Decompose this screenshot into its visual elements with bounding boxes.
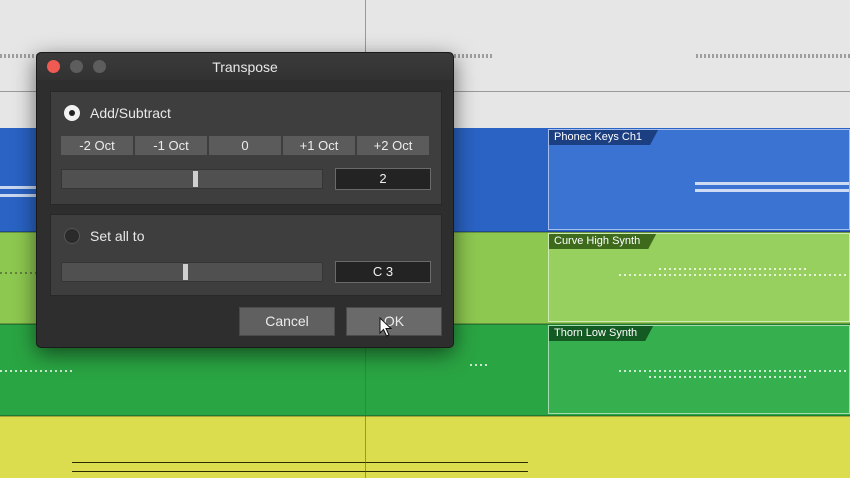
dialog-title: Transpose (212, 59, 278, 75)
octave-button-row: -2 Oct -1 Oct 0 +1 Oct +2 Oct (61, 136, 431, 155)
midi-notes (0, 370, 72, 372)
add-subtract-label: Add/Subtract (90, 105, 171, 121)
note-dots (0, 54, 38, 58)
radio-button-checked[interactable] (64, 105, 80, 121)
zero-oct-button[interactable]: 0 (209, 136, 281, 155)
midi-notes (0, 272, 36, 274)
lane-separator (0, 415, 850, 417)
set-all-to-panel: Set all to C 3 (50, 214, 442, 296)
cancel-button[interactable]: Cancel (239, 307, 335, 336)
set-all-to-label: Set all to (90, 228, 145, 244)
dialog-titlebar[interactable]: Transpose (37, 53, 453, 80)
midi-notes (695, 189, 849, 192)
radio-button-unchecked[interactable] (64, 228, 80, 244)
set-all-to-option[interactable]: Set all to (64, 228, 144, 244)
note-dots (454, 54, 494, 58)
region-name: Phonec Keys Ch1 (549, 130, 658, 145)
track-lane-4[interactable] (0, 416, 850, 478)
midi-notes (649, 376, 809, 378)
slider-thumb[interactable] (183, 264, 188, 280)
region-name: Curve High Synth (549, 234, 656, 249)
midi-region[interactable]: Curve High Synth (548, 233, 850, 322)
midi-notes (72, 471, 528, 472)
add-subtract-panel: Add/Subtract -2 Oct -1 Oct 0 +1 Oct +2 O… (50, 91, 442, 205)
midi-notes (0, 186, 36, 189)
midi-notes (695, 182, 849, 185)
minus-2-oct-button[interactable]: -2 Oct (61, 136, 133, 155)
minus-1-oct-button[interactable]: -1 Oct (135, 136, 207, 155)
mouse-pointer-icon (379, 317, 393, 337)
slider-thumb[interactable] (193, 171, 198, 187)
midi-notes (0, 194, 36, 197)
midi-region[interactable]: Thorn Low Synth (548, 325, 850, 414)
ok-button[interactable]: OK (346, 307, 442, 336)
add-subtract-option[interactable]: Add/Subtract (64, 105, 171, 121)
set-all-to-slider[interactable] (61, 262, 323, 282)
midi-notes (470, 364, 490, 366)
transpose-amount-slider[interactable] (61, 169, 323, 189)
region-name: Thorn Low Synth (549, 326, 653, 341)
note-dots (696, 54, 850, 58)
plus-1-oct-button[interactable]: +1 Oct (283, 136, 355, 155)
transpose-dialog: Transpose Add/Subtract -2 Oct -1 Oct 0 +… (36, 52, 454, 348)
set-all-to-field[interactable]: C 3 (335, 261, 431, 283)
plus-2-oct-button[interactable]: +2 Oct (357, 136, 429, 155)
transpose-amount-field[interactable]: 2 (335, 168, 431, 190)
midi-notes (659, 268, 809, 270)
midi-notes (72, 462, 528, 463)
midi-region[interactable]: Phonec Keys Ch1 (548, 129, 850, 230)
midi-notes (619, 274, 849, 276)
midi-notes (619, 370, 849, 372)
